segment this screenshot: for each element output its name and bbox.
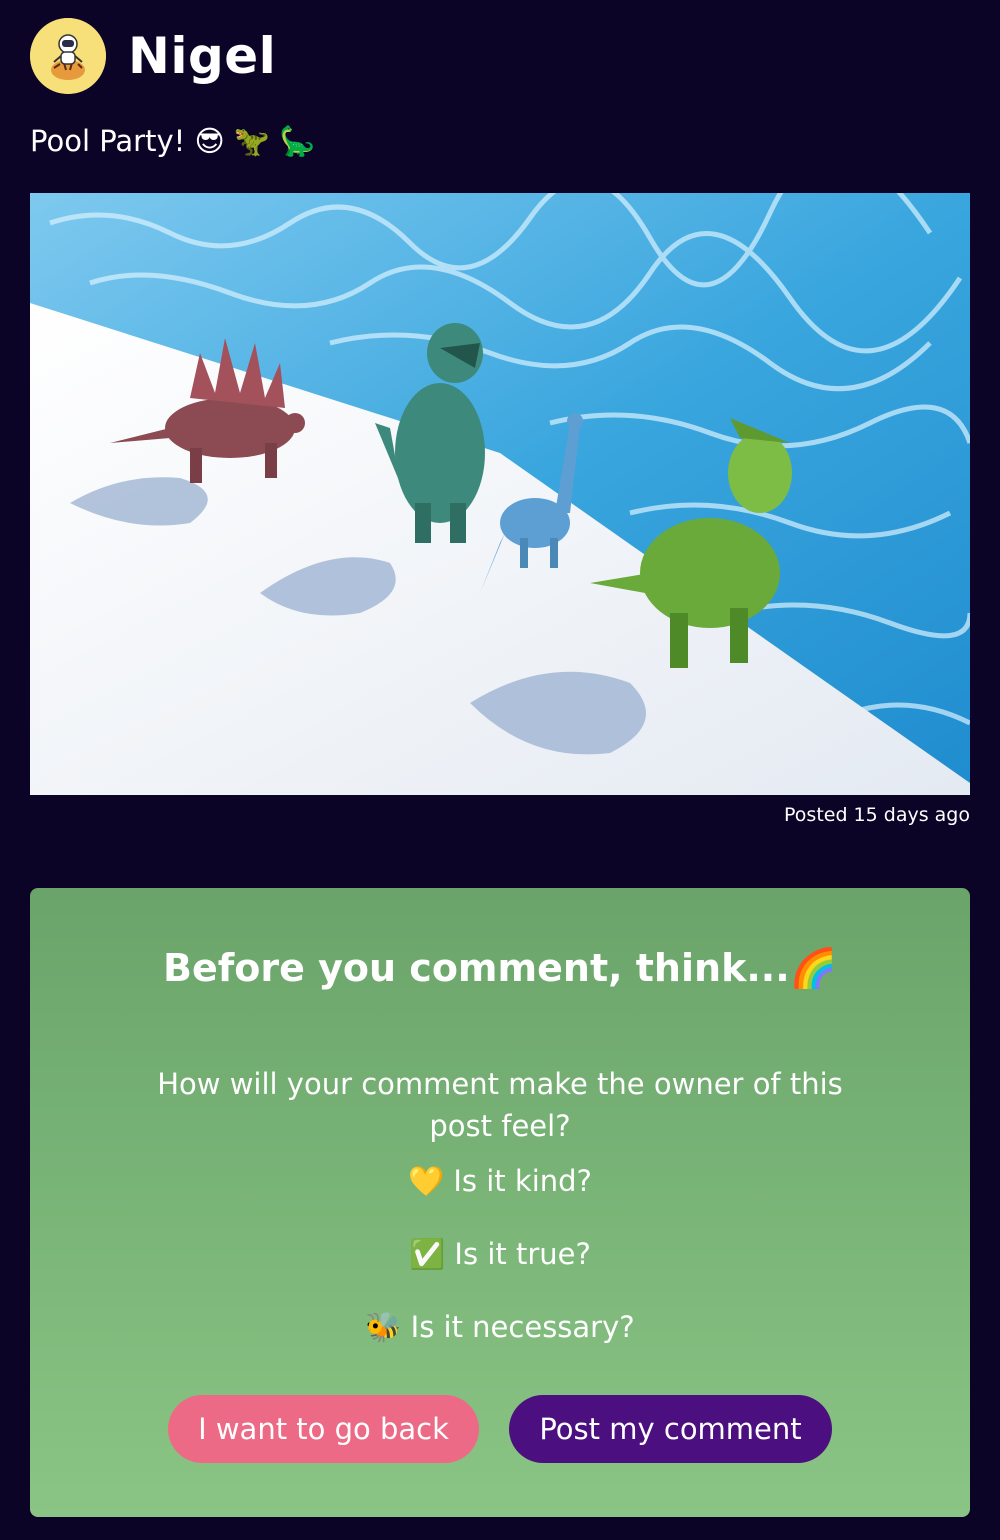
check-kind: 💛 Is it kind? xyxy=(408,1164,592,1198)
dinosaur-pool-photo xyxy=(30,193,970,795)
post-caption: Pool Party! 😎 🦖 🦕 xyxy=(30,124,316,158)
check-true: ✅ Is it true? xyxy=(409,1237,591,1271)
comment-reflection-card: Before you comment, think...🌈 How will y… xyxy=(30,888,970,1517)
avatar[interactable] xyxy=(30,18,106,94)
posted-timestamp: Posted 15 days ago xyxy=(784,804,970,826)
post-comment-button[interactable]: Post my comment xyxy=(509,1395,832,1463)
post-photo xyxy=(30,193,970,795)
go-back-button[interactable]: I want to go back xyxy=(168,1395,479,1463)
astronaut-tiger-avatar-icon xyxy=(30,18,106,94)
username[interactable]: Nigel xyxy=(128,31,276,81)
post-header: Nigel xyxy=(30,18,276,94)
check-necessary: 🐝 Is it necessary? xyxy=(365,1310,635,1344)
card-title: Before you comment, think...🌈 xyxy=(163,946,837,990)
card-question: How will your comment make the owner of … xyxy=(157,1067,843,1143)
